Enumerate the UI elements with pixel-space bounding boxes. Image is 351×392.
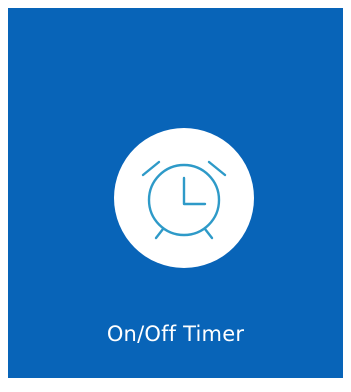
tile-label: On/Off Timer bbox=[106, 322, 245, 346]
screen: On/Off Timer bbox=[0, 0, 351, 392]
alarm-clock-icon bbox=[141, 160, 227, 240]
icon-circle bbox=[114, 128, 254, 268]
